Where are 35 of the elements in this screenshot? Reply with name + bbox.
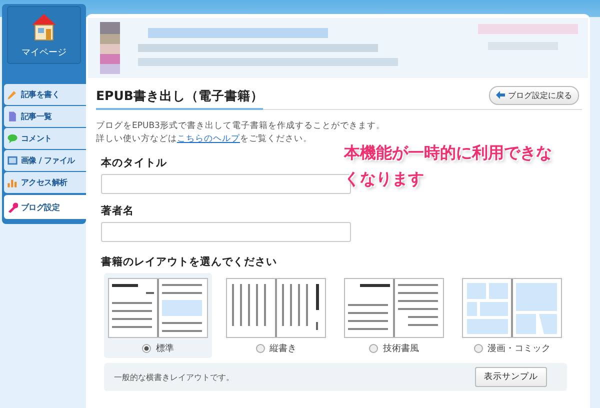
field-label: 著者名 <box>101 204 135 218</box>
pencil-icon <box>7 89 18 100</box>
help-text: 詳しい使い方などは こちらのヘルプをご覧ください。 <box>96 133 313 146</box>
back-button[interactable]: ブログ設定に戻る <box>489 86 579 104</box>
option-label: 標準 <box>156 342 174 355</box>
section-label: 書籍のレイアウトを選んでください <box>101 255 278 269</box>
wrench-icon <box>7 202 18 212</box>
option-label: 縦書き <box>270 342 296 355</box>
mypage-button[interactable]: マイページ <box>7 6 81 64</box>
radio-button[interactable] <box>142 344 151 353</box>
radio-button[interactable] <box>369 344 378 353</box>
option-label: 技術書風 <box>383 342 419 355</box>
page-title: EPUB書き出し（電子書籍） <box>96 84 264 110</box>
document-icon <box>7 111 18 122</box>
option-label: 漫画・コミック <box>488 342 550 355</box>
bar-chart-icon <box>7 177 18 188</box>
nav-item[interactable]: 記事を書く <box>4 84 86 105</box>
radio-button[interactable] <box>256 344 264 353</box>
radio-button[interactable] <box>474 344 482 353</box>
nav-item[interactable]: 記事一覧 <box>4 106 86 127</box>
image-icon <box>7 155 18 166</box>
nav-item[interactable]: 画像 / ファイル <box>4 150 86 171</box>
layout-description: 一般的な横書きレイアウトです。 <box>114 372 234 382</box>
nav-item[interactable]: アクセス解析 <box>4 172 86 193</box>
arrow-left-icon <box>496 91 505 99</box>
nav-item[interactable]: ブログ設定 <box>4 195 86 219</box>
layout-option[interactable]: 標準 <box>104 273 212 358</box>
nav-item[interactable]: コメント <box>4 128 86 149</box>
description-text: ブログをEPUB3形式で書き出して電子書籍を作成することができます。 <box>96 120 386 133</box>
field-label: 本のタイトル <box>101 156 168 170</box>
input-field[interactable] <box>101 222 351 242</box>
notice-text: 本機能が一時的に利用できなくなります <box>344 142 553 190</box>
speech-bubble-icon <box>7 133 18 144</box>
help-link[interactable]: こちらのヘルプ <box>177 134 240 144</box>
sample-button[interactable]: 表示サンプル <box>475 367 547 387</box>
